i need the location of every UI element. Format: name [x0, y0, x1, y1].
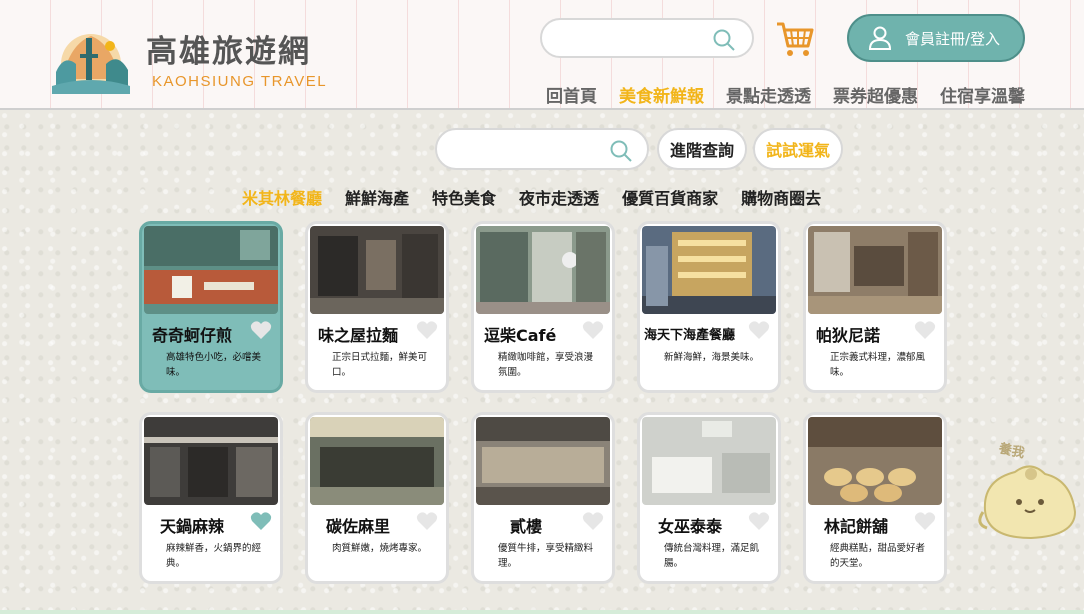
restaurant-photo	[310, 417, 444, 505]
favorite-heart-icon[interactable]	[914, 320, 936, 340]
restaurant-name: 味之屋拉麵	[318, 326, 399, 345]
restaurant-description: 經典糕點，甜品愛好者的天堂。	[830, 543, 926, 569]
restaurant-name: 海天下海產餐廳	[644, 328, 736, 343]
site-subtitle: KAOHSIUNG TRAVEL	[152, 73, 328, 90]
restaurant-card[interactable]: 女巫泰泰 傳統台灣料理，滿足飢腸。	[637, 412, 781, 584]
restaurant-card[interactable]: 逗柴Café 精緻咖啡館，享受浪漫氛圍。	[471, 221, 615, 393]
tab-shopping-district[interactable]: 購物商圈去	[741, 185, 821, 209]
search-icon[interactable]	[712, 28, 736, 52]
restaurant-name: 逗柴Café	[484, 326, 557, 345]
user-icon	[869, 26, 891, 50]
restaurant-photo	[808, 226, 942, 314]
restaurant-name: 帕狄尼諾	[816, 326, 881, 345]
member-login-label: 會員註冊/登入	[905, 29, 1001, 48]
restaurant-name: 女巫泰泰	[658, 517, 723, 536]
shopping-cart-icon[interactable]	[775, 20, 815, 58]
favorite-heart-icon[interactable]	[250, 511, 272, 531]
restaurant-card[interactable]: 天鍋麻辣 麻辣鮮香，火鍋界的經典。	[139, 412, 283, 584]
restaurant-description: 肉質鮮嫩，燒烤專家。	[332, 543, 428, 554]
mascot-widget[interactable]: 養我	[975, 440, 1080, 554]
favorite-heart-icon[interactable]	[582, 320, 604, 340]
nav-home[interactable]: 回首頁	[546, 82, 597, 107]
tab-michelin[interactable]: 米其林餐廳	[242, 185, 322, 209]
favorite-heart-icon[interactable]	[748, 320, 770, 340]
restaurant-card[interactable]: 海天下海產餐廳 新鮮海鮮，海景美味。	[637, 221, 781, 393]
nav-food-news[interactable]: 美食新鮮報	[619, 82, 704, 107]
restaurant-photo	[144, 226, 278, 314]
footer-strip	[0, 610, 1084, 614]
restaurant-photo	[642, 226, 776, 314]
main-nav: 回首頁 美食新鮮報 景點走透透 票券超優惠 住宿享溫馨	[546, 82, 1025, 107]
tab-seafood[interactable]: 鮮鮮海產	[345, 185, 409, 209]
member-login-button[interactable]: 會員註冊/登入	[847, 14, 1025, 62]
advanced-search-button[interactable]: 進階查詢	[657, 128, 747, 170]
site-title: 高雄旅遊網	[146, 34, 311, 70]
restaurant-description: 正宗日式拉麵，鮮美可口。	[332, 352, 428, 378]
restaurant-description: 麻辣鮮香，火鍋界的經典。	[166, 543, 262, 569]
category-tabs: 米其林餐廳 鮮鮮海產 特色美食 夜市走透透 優質百貨商家 購物商圈去	[242, 185, 821, 209]
restaurant-description: 精緻咖啡館，享受浪漫氛圍。	[498, 352, 594, 378]
nav-lodging[interactable]: 住宿享溫馨	[940, 82, 1025, 107]
restaurant-photo	[642, 417, 776, 505]
restaurant-card[interactable]: 帕狄尼諾 正宗義式料理，濃郁風味。	[803, 221, 947, 393]
nav-attractions[interactable]: 景點走透透	[726, 82, 811, 107]
food-search-input[interactable]	[435, 128, 649, 170]
restaurant-name: 碳佐麻里	[326, 517, 391, 536]
favorite-heart-icon[interactable]	[914, 511, 936, 531]
kaohsiung-logo[interactable]	[50, 24, 132, 96]
restaurant-photo	[476, 226, 610, 314]
restaurant-name: 天鍋麻辣	[160, 517, 225, 536]
mascot-pudding-icon	[978, 465, 1077, 540]
tab-department-store[interactable]: 優質百貨商家	[622, 185, 718, 209]
restaurant-photo	[310, 226, 444, 314]
tab-night-market[interactable]: 夜市走透透	[519, 185, 599, 209]
restaurant-description: 高雄特色小吃，必嚐美味。	[166, 352, 262, 378]
restaurant-photo	[144, 417, 278, 505]
tab-specialty[interactable]: 特色美食	[432, 185, 496, 209]
restaurant-card[interactable]: 林記餅舖 經典糕點，甜品愛好者的天堂。	[803, 412, 947, 584]
restaurant-photo	[476, 417, 610, 505]
try-luck-button[interactable]: 試試運氣	[753, 128, 843, 170]
restaurant-description: 傳統台灣料理，滿足飢腸。	[664, 543, 760, 569]
nav-tickets[interactable]: 票券超優惠	[833, 82, 918, 107]
restaurant-name: 奇奇蚵仔煎	[152, 326, 233, 345]
restaurant-description: 優質牛排，享受精緻料理。	[498, 543, 594, 569]
restaurant-name: 林記餅舖	[824, 517, 889, 536]
restaurant-description: 新鮮海鮮，海景美味。	[664, 352, 760, 363]
favorite-heart-icon[interactable]	[416, 511, 438, 531]
restaurant-card[interactable]: 味之屋拉麵 正宗日式拉麵，鮮美可口。	[305, 221, 449, 393]
favorite-heart-icon[interactable]	[250, 320, 272, 340]
restaurant-card[interactable]: 碳佐麻里 肉質鮮嫩，燒烤專家。	[305, 412, 449, 584]
favorite-heart-icon[interactable]	[748, 511, 770, 531]
site-header: 高雄旅遊網 KAOHSIUNG TRAVEL 會員註冊/登入 回首頁 美食新鮮報…	[0, 0, 1084, 110]
favorite-heart-icon[interactable]	[416, 320, 438, 340]
header-search-input[interactable]	[540, 18, 754, 58]
restaurant-card[interactable]: 奇奇蚵仔煎 高雄特色小吃，必嚐美味。	[139, 221, 283, 393]
favorite-heart-icon[interactable]	[582, 511, 604, 531]
restaurant-photo	[808, 417, 942, 505]
search-icon[interactable]	[609, 139, 633, 163]
restaurant-description: 正宗義式料理，濃郁風味。	[830, 352, 926, 378]
restaurant-card[interactable]: 貳樓 優質牛排，享受精緻料理。	[471, 412, 615, 584]
